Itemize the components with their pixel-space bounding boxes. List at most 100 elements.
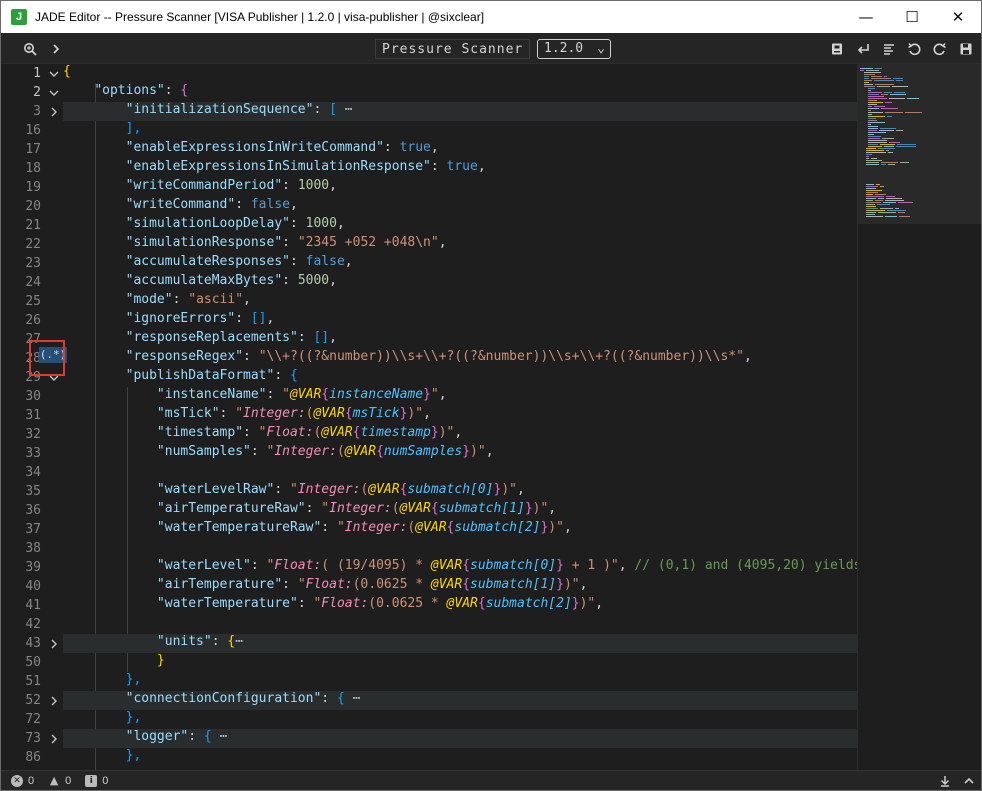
minimap-line xyxy=(868,98,887,99)
save-icon[interactable] xyxy=(956,39,976,59)
close-button[interactable]: ✕ xyxy=(935,1,981,33)
folded-ellipsis[interactable]: ⋯ xyxy=(337,102,353,117)
code-line-72: }, xyxy=(125,710,142,725)
minimap-line xyxy=(866,188,876,189)
jade-logo-icon: J xyxy=(11,9,27,25)
folded-ellipsis[interactable]: ⋯ xyxy=(345,691,361,706)
line-number: 19 xyxy=(25,180,41,195)
minimap-line xyxy=(880,144,895,145)
minimap-line xyxy=(868,90,871,91)
code-line-16: ], xyxy=(125,121,142,136)
code-editor[interactable]: 1 2 3 16 17 18 19 20 21 22 23 24 25 26 27 28 29 30 31 32 33 3… xyxy=(1,64,981,770)
format-icon[interactable] xyxy=(879,39,899,59)
minimap-line xyxy=(878,148,895,149)
code-area[interactable]: { "options": { "initializationSequence":… xyxy=(63,64,857,770)
minimap-line xyxy=(866,148,876,149)
minimap-line xyxy=(875,68,882,69)
code-line-51: }, xyxy=(125,672,142,687)
minimap-line xyxy=(881,164,886,165)
minimap-line xyxy=(899,216,910,217)
minimap-line xyxy=(888,152,893,153)
version-select[interactable]: 1.2.0 ⌄ xyxy=(537,39,611,59)
document-title: Pressure Scanner xyxy=(375,39,531,59)
code-line-28: "responseRegex": "\\+?((?&number))\\s+\\… xyxy=(125,349,752,364)
minimize-button[interactable]: — xyxy=(843,1,889,33)
warning-count[interactable]: ▲ 0 xyxy=(48,774,71,787)
minimap-line xyxy=(885,112,903,113)
minimap-line xyxy=(885,200,904,201)
line-number: 30 xyxy=(25,389,41,404)
fold-expanded-icon[interactable] xyxy=(47,83,61,102)
download-arrow-icon[interactable] xyxy=(937,773,953,789)
minimap-line xyxy=(886,198,902,199)
expand-arrow-icon[interactable] xyxy=(46,39,66,59)
minimap-line xyxy=(880,186,884,187)
code-line-29: "publishDataFormat": { xyxy=(125,368,298,383)
minimap-line xyxy=(878,198,884,199)
minimap-line xyxy=(887,210,906,211)
warning-icon: ▲ xyxy=(49,774,59,787)
minimap-line xyxy=(866,214,875,215)
folded-ellipsis[interactable]: ⋯ xyxy=(235,634,243,649)
fold-collapsed-icon[interactable] xyxy=(47,729,61,748)
minimap-line xyxy=(868,102,883,103)
minimap-line xyxy=(866,192,878,193)
line-number: 32 xyxy=(25,427,41,442)
line-number: 40 xyxy=(25,579,41,594)
fold-expanded-icon[interactable] xyxy=(47,64,61,83)
minimap-line xyxy=(868,138,880,139)
minimap-line xyxy=(866,160,882,161)
minimap-line xyxy=(868,122,885,123)
line-number: 26 xyxy=(25,313,41,328)
line-number: 36 xyxy=(25,503,41,518)
minimap-line xyxy=(897,144,916,145)
code-line-2: "options": { xyxy=(94,83,189,98)
bookmark-icon[interactable] xyxy=(827,39,847,59)
chevron-down-icon: ⌄ xyxy=(597,41,605,56)
app-window: J JADE Editor -- Pressure Scanner [VISA … xyxy=(0,0,982,791)
line-number: 3 xyxy=(33,104,41,119)
chevron-up-icon[interactable] xyxy=(961,773,977,789)
code-line-20: "writeCommand": false, xyxy=(125,197,298,212)
word-wrap-icon[interactable] xyxy=(853,39,873,59)
folded-ellipsis[interactable]: ⋯ xyxy=(212,729,228,744)
minimap-line xyxy=(885,102,892,103)
code-line-24: "accumulateMaxBytes": 5000, xyxy=(125,273,337,288)
line-number: 73 xyxy=(25,731,41,746)
info-count[interactable]: i0 xyxy=(85,774,108,787)
fold-collapsed-icon[interactable] xyxy=(47,102,61,121)
version-value: 1.2.0 xyxy=(544,41,584,56)
code-line-23: "accumulateResponses": false, xyxy=(125,254,353,269)
zoom-icon[interactable] xyxy=(20,39,40,59)
maximize-button[interactable]: ☐ xyxy=(889,1,935,33)
minimap-line xyxy=(884,92,892,93)
minimap-line xyxy=(884,76,887,77)
info-icon: i xyxy=(85,774,98,787)
minimap-line xyxy=(866,194,873,195)
fold-collapsed-icon[interactable] xyxy=(47,691,61,710)
error-count[interactable]: ✕ 0 xyxy=(11,774,34,787)
undo-icon[interactable] xyxy=(904,39,924,59)
line-number: 38 xyxy=(25,541,41,556)
minimap-line xyxy=(864,74,875,75)
code-line-35: "waterLevelRaw": "Integer:(@VAR{submatch… xyxy=(156,482,525,497)
minimap-line xyxy=(886,196,895,197)
line-number: 34 xyxy=(25,465,41,480)
minimap-line xyxy=(866,202,881,203)
minimap[interactable] xyxy=(857,64,981,770)
minimap-line xyxy=(868,108,879,109)
minimap-line xyxy=(877,86,890,87)
minimap-line xyxy=(864,76,869,77)
code-line-33: "numSamples": "Integer:(@VAR{numSamples}… xyxy=(156,444,494,459)
fold-collapsed-icon[interactable] xyxy=(47,634,61,653)
code-line-32: "timestamp": "Float:(@VAR{timestamp})", xyxy=(156,425,463,440)
minimap-line xyxy=(885,216,897,217)
code-line-26: "ignoreErrors": [], xyxy=(125,311,275,326)
minimap-line xyxy=(895,208,899,209)
redo-icon[interactable] xyxy=(930,39,950,59)
minimap-line xyxy=(868,112,883,113)
minimap-line xyxy=(866,184,874,185)
code-line-17: "enableExpressionsInWriteCommand": true, xyxy=(125,140,439,155)
code-line-27: "responseReplacements": [], xyxy=(125,330,337,345)
minimap-line xyxy=(884,146,894,147)
